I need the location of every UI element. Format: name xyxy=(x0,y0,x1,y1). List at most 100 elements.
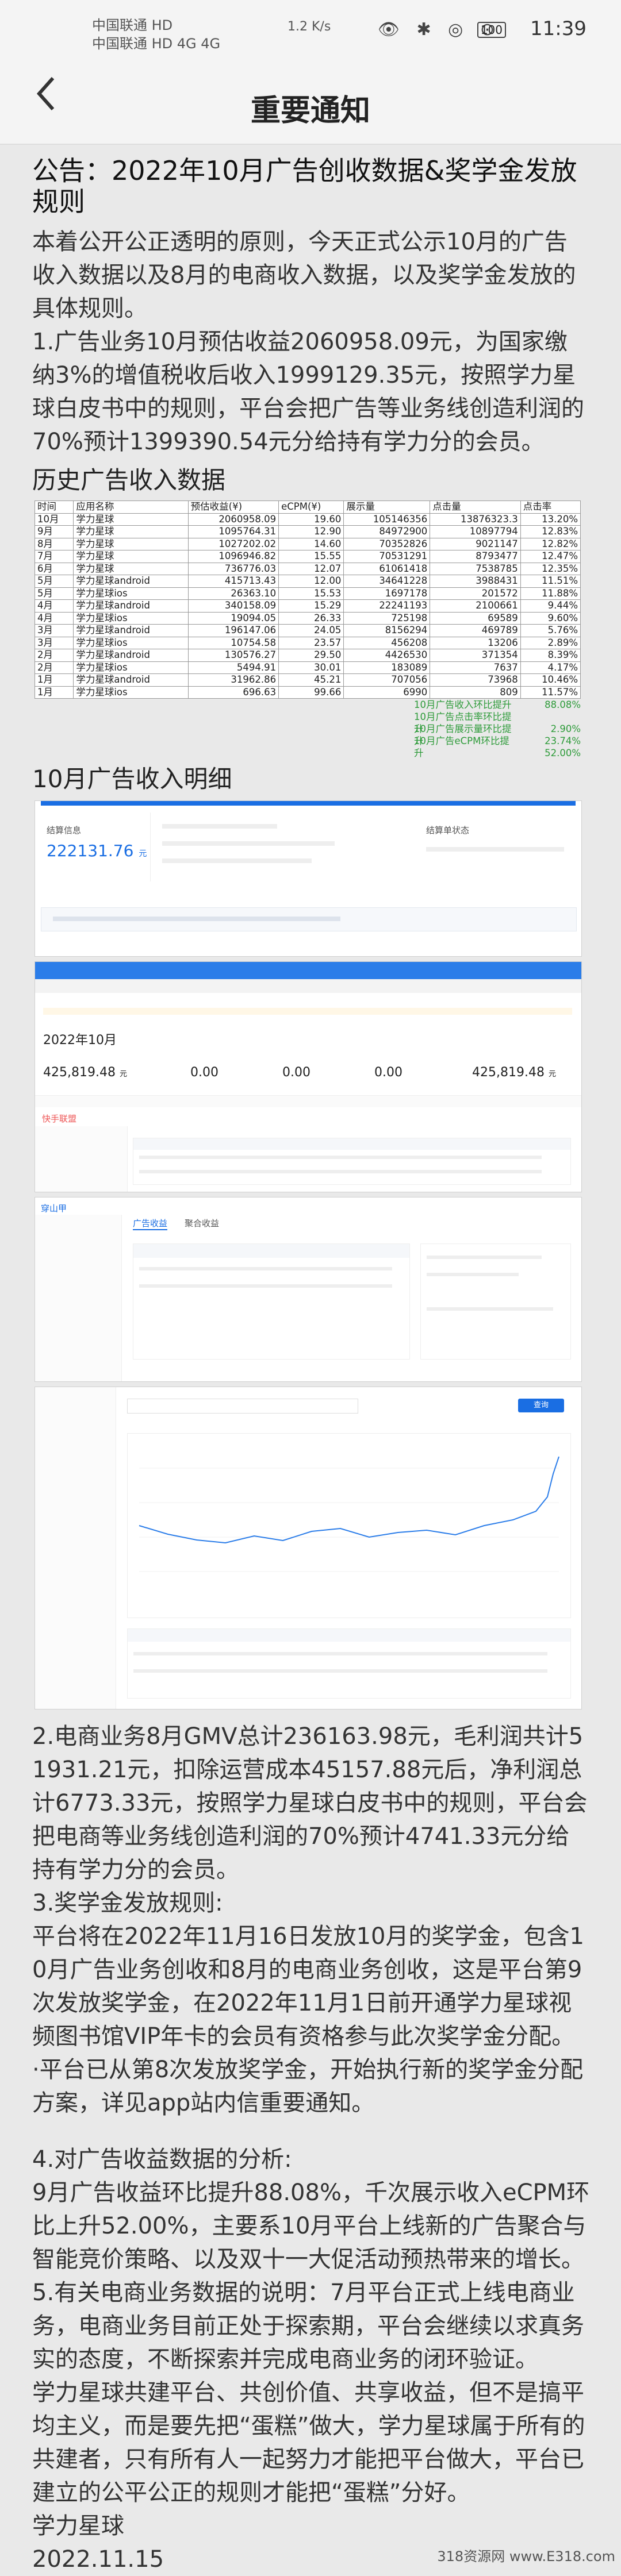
table-cell: 5.76% xyxy=(520,624,581,637)
detail-line xyxy=(139,1267,392,1270)
growth-row: 10月广告eCPM环比提升 52.00% xyxy=(34,735,581,758)
table-cell: 15.29 xyxy=(278,599,344,613)
table-row: 2月 学力星球android 130576.27 29.50 4426530 371354… xyxy=(34,649,581,662)
table-cell: 10754.58 xyxy=(187,636,279,649)
scholarship-note: ·平台已从第8次发放奖学金，开始执行新的奖学金分配方案，详见app站内信重要通知… xyxy=(32,2057,584,2116)
table-cell: 学力星球 xyxy=(73,550,189,563)
table-cell: 14.60 xyxy=(278,537,344,550)
table-cell: 696.63 xyxy=(187,686,279,699)
table-cell: 3月 xyxy=(34,624,74,637)
column-header: 应用名称 xyxy=(73,500,189,514)
table-row: 6月 学力星球 736776.03 12.07 61061418 7538785 12.35… xyxy=(34,562,581,575)
article-headline: 公告：2022年10月广告创收数据&奖学金发放规则 xyxy=(32,155,577,217)
table-cell: 30.01 xyxy=(278,661,344,674)
growth-row: 10月广告展示量环比提升 23.74% xyxy=(34,723,581,746)
clock: 11:39 xyxy=(530,17,586,40)
table-cell: 12.35% xyxy=(520,562,581,575)
closing-paragraph: 学力星球共建平台、共创价值、共享收益，但不是搞平均主义，而是要先把“蛋糕”做大，… xyxy=(32,2379,585,2506)
tab-ad-income[interactable]: 广告收益 xyxy=(133,1217,168,1230)
table-cell: 4月 xyxy=(34,611,74,625)
table-cell: 456208 xyxy=(343,636,431,649)
table-cell: 4426530 xyxy=(343,649,431,662)
table-cell: 8月 xyxy=(34,537,74,550)
history-table-body: 10月 学力星球 2060958.09 19.60 105146356 13876323.… xyxy=(34,513,581,699)
analysis-paragraph: 9月广告收益环比提升88.08%，千次展示收入eCPM环比上升52.00%，主要… xyxy=(32,2180,590,2273)
table-cell: 201572 xyxy=(430,587,521,600)
query-button[interactable]: 查询 xyxy=(518,1399,564,1412)
side-menu xyxy=(35,1215,122,1381)
divider xyxy=(35,1095,581,1107)
table-cell: 2.89% xyxy=(520,636,581,649)
growth-label: 10月广告eCPM环比提升 xyxy=(414,736,509,758)
table-cell: 7月 xyxy=(34,550,74,563)
article: 公告：2022年10月广告创收数据&奖学金发放规则 本着公开公正透明的原则，今天… xyxy=(32,151,590,2576)
table-cell: 学力星球 xyxy=(73,562,189,575)
detail-line xyxy=(427,1307,553,1311)
column-header: 点击量 xyxy=(430,500,521,514)
table-row: 10月 学力星球 2060958.09 19.60 105146356 13876323.… xyxy=(34,513,581,526)
table-header-row: 时间 应用名称 预估收益(¥) eCPM(¥) 展示量 点击量 点击率 xyxy=(34,500,581,514)
data-table xyxy=(133,1138,571,1185)
detail-line xyxy=(139,1170,542,1173)
table-cell: 26.33 xyxy=(278,611,344,625)
notice-strip xyxy=(43,1008,572,1015)
table-cell: 340158.09 xyxy=(187,599,279,613)
battery-icon: 100 xyxy=(477,22,506,38)
table-cell: 7637 xyxy=(430,661,521,674)
table-header xyxy=(128,1629,570,1642)
table-row: 4月 学力星球ios 19094.05 26.33 725198 69589 9.60% xyxy=(34,611,581,625)
table-cell: 34641228 xyxy=(343,575,431,588)
income-value: 425,819.48 xyxy=(43,1065,116,1080)
date-range-input[interactable] xyxy=(127,1399,358,1414)
scholarship-paragraph: 平台将在2022年11月16日发放10月的奖学金，包含10月广告业务创收和8月的… xyxy=(32,1923,584,2050)
total-value: 425,819.48 xyxy=(472,1065,545,1080)
summary-table xyxy=(127,1628,571,1699)
table-cell: 学力星球ios xyxy=(73,636,189,649)
table-cell: 371354 xyxy=(430,649,521,662)
table-cell: 9021147 xyxy=(430,537,521,550)
table-cell: 学力星球ios xyxy=(73,661,189,674)
table-cell: 4.17% xyxy=(520,661,581,674)
table-cell: 2月 xyxy=(34,661,74,674)
table-header xyxy=(133,1244,409,1258)
sub-header xyxy=(35,979,581,993)
detail-line xyxy=(162,858,312,863)
column-header: eCPM(¥) xyxy=(278,500,344,514)
table-cell: 12.82% xyxy=(520,537,581,550)
table-row: 7月 学力星球 1096946.82 15.55 70531291 8793477 12.4… xyxy=(34,550,581,563)
status-bar: 中国联通 HD 中国联通 HD 4G 4G 1.2 K/s 👁 ✱ ◎ ⊙ 10… xyxy=(0,0,621,63)
table-cell: 31962.86 xyxy=(187,673,279,687)
column-header: 点击率 xyxy=(520,500,581,514)
table-cell: 736776.03 xyxy=(187,562,279,575)
ecommerce-paragraph: 2.电商业务8月GMV总计236163.98元，毛利润共计51931.21元，扣… xyxy=(32,1723,588,1883)
growth-summary: 10月广告收入环比提升 88.08% 10月广告点击率环比提升 2.90% 10月广告展… xyxy=(34,699,581,758)
table-cell: 19094.05 xyxy=(187,611,279,625)
table-cell: 61061418 xyxy=(343,562,431,575)
table-row: 3月 学力星球android 196147.06 24.05 8156294 469789… xyxy=(34,624,581,637)
table-row: 5月 学力星球android 415713.43 12.00 34641228 39884… xyxy=(34,575,581,588)
table-row: 2月 学力星球ios 5494.91 30.01 183089 7637 4.17% xyxy=(34,661,581,674)
table-cell: 196147.06 xyxy=(187,624,279,637)
table-cell: 1月 xyxy=(34,686,74,699)
table-cell: 19.60 xyxy=(278,513,344,526)
tab-agg-income[interactable]: 聚合收益 xyxy=(185,1217,219,1229)
settlement-details xyxy=(150,813,404,881)
table-cell: 1月 xyxy=(34,673,74,687)
zero-amount-2: 0.00 xyxy=(282,1065,310,1080)
table-cell: 学力星球 xyxy=(73,525,189,538)
table-cell: 11.88% xyxy=(520,587,581,600)
screenshot-kuaishou: 快手联盟 xyxy=(35,1109,581,1192)
table-cell: 学力星球ios xyxy=(73,587,189,600)
table-cell: 8.39% xyxy=(520,649,581,662)
detail-line xyxy=(427,1273,519,1276)
info-panel xyxy=(420,1243,571,1360)
table-cell: 73968 xyxy=(430,673,521,687)
table-cell: 学力星球android xyxy=(73,624,189,637)
table-cell: 99.66 xyxy=(278,686,344,699)
detail-line xyxy=(162,841,335,846)
table-row: 9月 学力星球 1095764.31 12.90 84972900 10897794 12.… xyxy=(34,525,581,538)
table-cell: 5月 xyxy=(34,575,74,588)
side-menu xyxy=(35,1387,116,1709)
column-header: 展示量 xyxy=(343,500,431,514)
table-row: 1月 学力星球android 31962.86 45.21 707056 73968 10.… xyxy=(34,673,581,687)
